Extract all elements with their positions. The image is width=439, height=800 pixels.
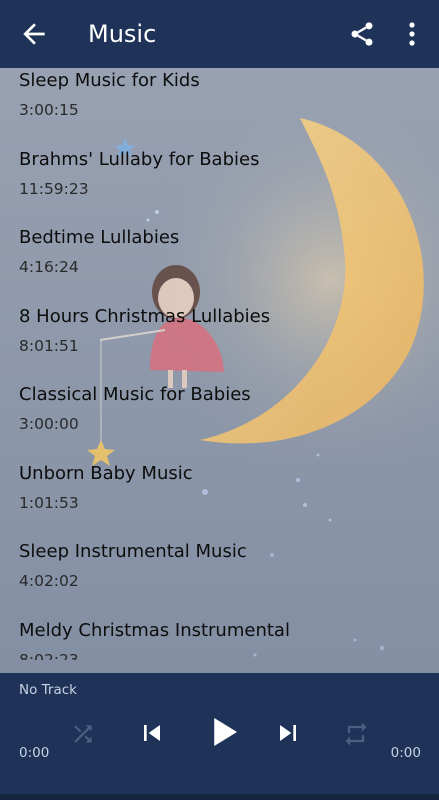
now-playing-label: No Track [19,682,77,698]
track-duration: 1:01:53 [19,493,79,512]
track-title: Sleep Instrumental Music [19,541,247,562]
arrow-left-icon[interactable] [18,18,50,50]
track-duration: 4:02:02 [19,572,79,590]
track-title: Classical Music for Babies [19,384,251,405]
page-title: Music [88,20,157,48]
track-item[interactable]: 8 Hours Christmas Lullabies 8:01:51 [0,296,439,375]
track-duration: 11:59:23 [19,179,89,198]
repeat-icon[interactable] [342,720,370,748]
track-duration: 8:01:51 [19,336,79,355]
shuffle-icon[interactable] [70,721,96,747]
play-icon[interactable] [202,711,244,753]
app-bar: Music [0,0,439,68]
total-time: 0:00 [390,745,421,761]
track-item[interactable]: Meldy Christmas Instrumental 8:02:23 [0,610,439,661]
track-title: Bedtime Lullabies [19,227,180,248]
skip-next-icon[interactable] [272,717,304,749]
elapsed-time: 0:00 [19,745,50,761]
track-duration: 8:02:23 [19,650,79,661]
player-bar: No Track 0:00 0:00 [0,673,439,800]
track-duration: 3:00:15 [19,101,79,119]
track-item[interactable]: Sleep Instrumental Music 4:02:02 [0,531,439,610]
track-item[interactable]: Brahms' Lullaby for Babies 11:59:23 [0,139,439,218]
skip-previous-icon[interactable] [136,717,168,749]
track-item[interactable]: Classical Music for Babies 3:00:00 [0,374,439,453]
track-title: 8 Hours Christmas Lullabies [19,305,271,327]
track-title: Unborn Baby Music [19,462,193,484]
share-icon[interactable] [348,20,376,48]
track-title: Meldy Christmas Instrumental [19,619,290,641]
more-vert-icon[interactable] [402,20,422,48]
track-item[interactable]: Bedtime Lullabies 4:16:24 [0,217,439,296]
track-item[interactable]: Unborn Baby Music 1:01:53 [0,453,439,532]
track-title: Sleep Music for Kids [19,70,200,91]
track-duration: 4:16:24 [19,258,79,276]
track-list[interactable]: Sleep Music for Kids 3:00:15 Brahms' Lul… [0,68,439,660]
track-title: Brahms' Lullaby for Babies [19,148,260,170]
progress-track [0,794,439,800]
track-duration: 3:00:00 [19,415,79,433]
track-item[interactable]: Sleep Music for Kids 3:00:15 [0,68,439,139]
